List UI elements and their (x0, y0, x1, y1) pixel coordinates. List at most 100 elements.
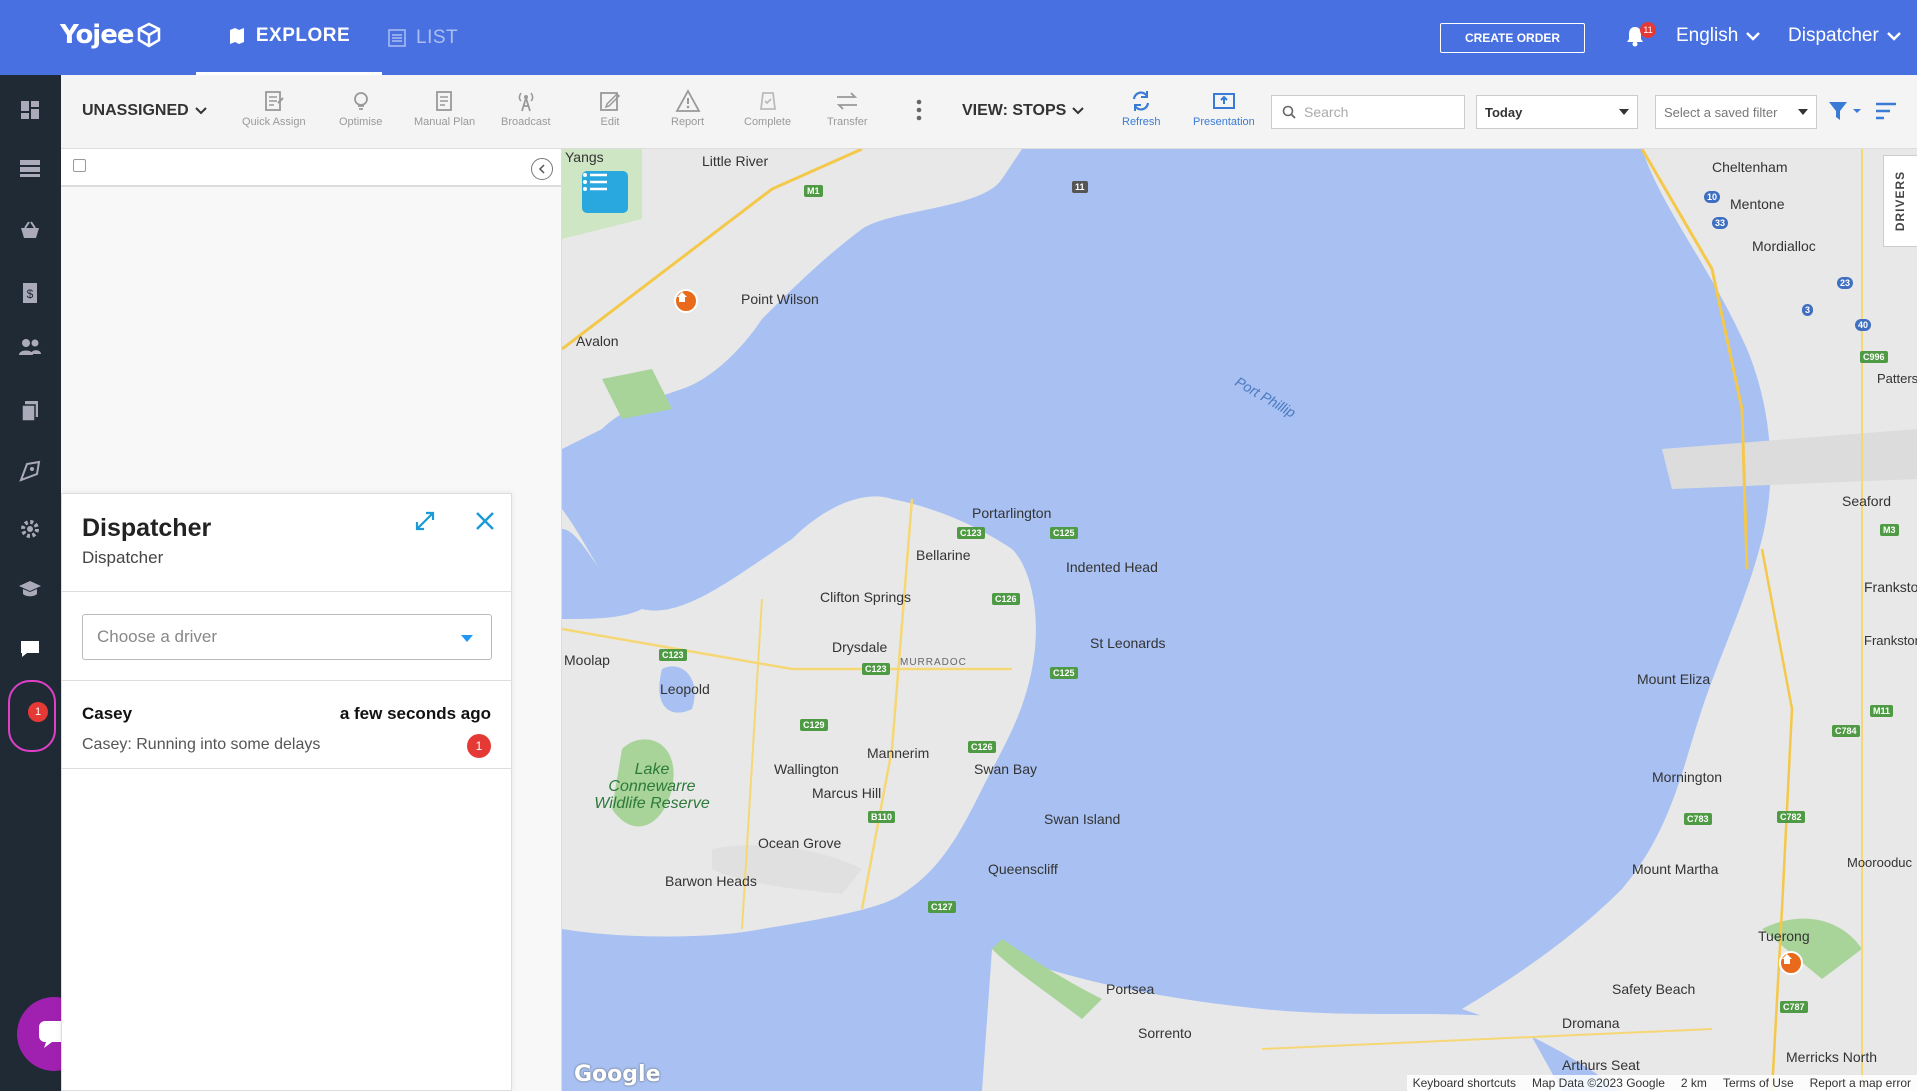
chat-panel: Dispatcher Dispatcher Choose a driver Ca… (61, 493, 512, 1091)
select-all-checkbox[interactable] (73, 159, 86, 172)
map-place-label: Leopold (660, 681, 710, 697)
refresh-button[interactable]: Refresh (1122, 89, 1161, 128)
map-place-label: Mornington (1652, 769, 1723, 785)
road-shield: C123 (659, 649, 687, 661)
map-tag-icon[interactable] (16, 457, 44, 485)
divider (62, 768, 511, 769)
logo-box-icon (138, 22, 161, 48)
optimise-button[interactable]: Optimise (339, 89, 382, 128)
presentation-button[interactable]: Presentation (1193, 89, 1255, 128)
road-shield: 10 (1704, 191, 1721, 203)
orders-icon[interactable] (16, 154, 44, 182)
map-list-toggle-button[interactable] (582, 171, 628, 213)
map-place-label: Bellarine (916, 547, 971, 563)
list-bullets-icon (583, 173, 607, 191)
unassigned-dropdown[interactable]: UNASSIGNED (82, 102, 207, 120)
view-selector[interactable]: VIEW: STOPS (962, 102, 1085, 120)
sort-button[interactable] (1875, 102, 1897, 125)
location-pin[interactable] (1779, 951, 1803, 975)
road-shield: 23 (1837, 277, 1854, 289)
search-input[interactable]: Search (1271, 95, 1465, 129)
map-place-label: Mount Martha (1632, 861, 1719, 877)
report-map-error-link[interactable]: Report a map error (1810, 1076, 1911, 1090)
warning-icon (674, 89, 701, 112)
notification-count-badge: 11 (1640, 22, 1656, 38)
user-menu[interactable]: Dispatcher (1788, 25, 1901, 47)
quick-assign-label: Quick Assign (242, 116, 306, 128)
manual-plan-button[interactable]: Manual Plan (414, 89, 475, 128)
users-icon[interactable] (16, 333, 44, 361)
keyboard-shortcuts-link[interactable]: Keyboard shortcuts (1413, 1076, 1516, 1090)
more-options-button[interactable] (916, 99, 922, 126)
presentation-label: Presentation (1193, 116, 1255, 128)
report-label: Report (671, 116, 705, 128)
road-shield: C127 (928, 901, 956, 913)
documents-icon[interactable] (16, 397, 44, 425)
expand-chat-button[interactable] (414, 510, 436, 537)
date-select[interactable]: Today (1476, 95, 1638, 129)
choose-driver-select[interactable]: Choose a driver (82, 614, 492, 660)
close-chat-button[interactable] (474, 510, 496, 537)
report-button[interactable]: Report (671, 89, 704, 128)
chat-title: Dispatcher (82, 514, 212, 542)
invoice-icon[interactable]: $ (16, 279, 44, 307)
list-header (61, 149, 561, 187)
broadcast-button[interactable]: Broadcast (501, 89, 551, 128)
road-shield: M3 (1880, 524, 1899, 536)
road-shield: C125 (1050, 527, 1078, 539)
terms-link[interactable]: Terms of Use (1723, 1076, 1794, 1090)
saved-filter-placeholder: Select a saved filter (1664, 104, 1778, 120)
location-pin[interactable] (674, 289, 698, 313)
road-shield: C784 (1832, 725, 1860, 737)
map-place-label: Wallington (774, 761, 839, 777)
edit-button[interactable]: Edit (598, 89, 622, 128)
transfer-button[interactable]: Transfer (827, 89, 868, 128)
message-time: a few seconds ago (339, 704, 491, 723)
sort-lines-icon (1876, 102, 1896, 120)
drivers-tab-label: DRIVERS (1893, 170, 1908, 232)
caret-down-icon (1619, 109, 1629, 115)
tab-explore-label: EXPLORE (255, 25, 351, 46)
map-place-label: Mentone (1730, 196, 1785, 212)
learning-icon[interactable] (16, 575, 44, 603)
broadcast-label: Broadcast (501, 116, 551, 128)
collapse-panel-button[interactable] (531, 158, 553, 180)
quick-assign-button[interactable]: Quick Assign (242, 89, 306, 128)
map-scale[interactable]: 2 km (1681, 1076, 1707, 1090)
chevron-left-icon (538, 164, 545, 174)
tab-list[interactable]: LIST (388, 0, 458, 75)
home-icon (1782, 954, 1792, 964)
filter-funnel-icon (1829, 102, 1861, 120)
broadcast-tower-icon (518, 92, 534, 112)
caret-down-icon (1798, 109, 1808, 115)
complete-button[interactable]: Complete (744, 89, 791, 128)
road-shield: C126 (992, 593, 1020, 605)
chat-unread-badge: 1 (28, 702, 48, 722)
chat-icon[interactable] (16, 635, 44, 663)
map-place-label: Frankston South (1864, 633, 1917, 648)
filter-button[interactable] (1828, 101, 1862, 126)
map-view[interactable]: DRIVERS Yangs Little River Point Wilson … (562, 149, 1917, 1091)
left-sidebar: $ 1 (0, 75, 61, 1091)
message-sender: Casey (82, 704, 133, 723)
language-selector[interactable]: English (1676, 25, 1761, 47)
kebab-menu-icon (916, 99, 922, 121)
road-shield: M11 (1870, 705, 1894, 717)
drivers-panel-tab[interactable]: DRIVERS (1883, 155, 1917, 247)
language-label: English (1676, 25, 1739, 46)
map-place-label: Tuerong (1758, 928, 1810, 944)
close-icon (476, 512, 494, 530)
tab-explore[interactable]: EXPLORE (196, 0, 382, 75)
settings-icon[interactable] (16, 515, 44, 543)
expand-icon (415, 511, 435, 531)
create-order-button[interactable]: CREATE ORDER (1440, 23, 1585, 53)
map-data-attribution: Map Data ©2023 Google (1531, 1076, 1665, 1090)
map-place-label: Frankston (1864, 579, 1917, 595)
map-icon (229, 28, 244, 44)
yojee-logo[interactable]: Yojee (60, 20, 161, 50)
dashboard-icon[interactable] (16, 96, 44, 124)
saved-filter-select[interactable]: Select a saved filter (1655, 95, 1817, 129)
basket-icon[interactable] (16, 216, 44, 244)
road-shield: 3 (1802, 304, 1814, 316)
tab-list-label: LIST (416, 26, 459, 48)
